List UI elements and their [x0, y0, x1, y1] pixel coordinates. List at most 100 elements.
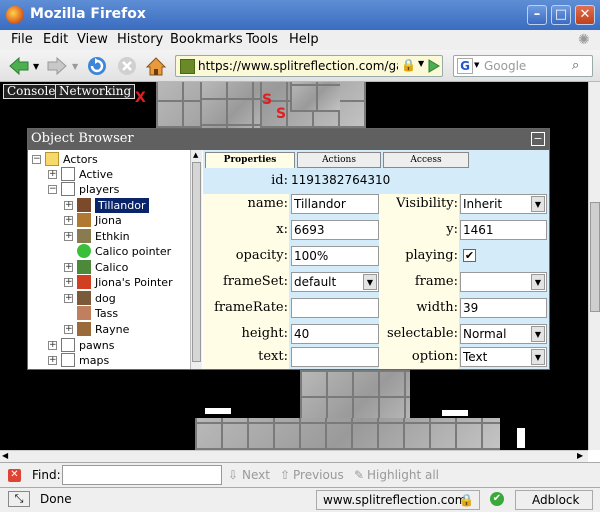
tree-node-label: Rayne [95, 323, 130, 336]
engine-dropdown-icon[interactable]: ▼ [474, 61, 479, 69]
expand-toggle-icon[interactable]: + [64, 201, 73, 210]
folder-icon [45, 152, 59, 166]
name-input[interactable]: Tillandor [291, 194, 379, 214]
dropdown-arrow-icon[interactable]: ▼ [531, 196, 545, 212]
frame-select[interactable]: ▼ [460, 272, 547, 292]
horizontal-scrollbar[interactable]: ◀ ▶ [0, 450, 588, 462]
tab-networking[interactable]: Networking [55, 84, 136, 99]
back-icon[interactable] [8, 55, 30, 77]
expand-toggle-icon[interactable]: + [64, 232, 73, 241]
dropdown-arrow-icon[interactable]: ▼ [531, 349, 545, 365]
highlight-icon[interactable]: ✎ [354, 468, 364, 482]
option-value: Text [463, 350, 488, 364]
scroll-up-icon[interactable]: ▲ [193, 151, 198, 159]
expand-toggle-icon[interactable]: + [64, 263, 73, 272]
tree-node-label: Ethkin [95, 230, 130, 243]
expand-toggle-icon[interactable]: + [48, 356, 57, 365]
menu-file[interactable]: File [11, 32, 33, 47]
object-browser-title[interactable]: Object Browser − [28, 129, 549, 150]
expand-toggle-icon[interactable]: + [64, 278, 73, 287]
go-icon[interactable] [425, 55, 443, 77]
find-bar: ✕ Find: ⇩ Next ⇧ Previous ✎ Highlight al… [0, 462, 600, 487]
vertical-scrollbar[interactable] [588, 82, 600, 450]
height-input[interactable]: 40 [291, 324, 379, 344]
home-icon[interactable] [145, 55, 167, 77]
map-wall-marker [205, 408, 231, 414]
menu-help[interactable]: Help [289, 32, 319, 47]
find-next-button[interactable]: Next [242, 468, 270, 482]
site-favicon-icon [180, 59, 195, 74]
expand-toggle-icon[interactable]: + [64, 325, 73, 334]
y-input[interactable]: 1461 [460, 220, 547, 240]
scroll-left-icon[interactable]: ◀ [2, 451, 8, 460]
x-input[interactable]: 6693 [291, 220, 379, 240]
vertical-scroll-thumb[interactable] [590, 202, 600, 312]
tree-node-label: Active [79, 168, 114, 181]
framerate-input[interactable] [291, 298, 379, 318]
search-box[interactable]: G ▼ Google ⌕ [453, 55, 593, 77]
find-next-icon[interactable]: ⇩ [228, 468, 238, 482]
scroll-right-icon[interactable]: ▶ [577, 451, 583, 460]
expand-toggle-icon[interactable]: + [48, 341, 57, 350]
menu-tools[interactable]: Tools [246, 32, 278, 47]
menu-view[interactable]: View [77, 32, 108, 47]
find-previous-button[interactable]: Previous [293, 468, 344, 482]
properties-pane: Properties Actions Access id: 1191382764… [203, 150, 549, 369]
playing-checkbox[interactable]: ✔ [463, 249, 476, 262]
expand-toggle-icon[interactable]: + [64, 294, 73, 303]
character-sprite-icon [77, 213, 91, 227]
collapse-button[interactable]: − [531, 132, 545, 146]
url-bar[interactable]: https://www.splitreflection.com/ga 🔒 ▼ [175, 55, 443, 77]
dropdown-arrow-icon[interactable]: ▼ [531, 326, 545, 342]
url-dropdown-icon[interactable]: ▼ [418, 59, 424, 68]
opacity-input[interactable]: 100% [291, 246, 379, 266]
firefox-logo-icon [6, 6, 24, 24]
id-value: 1191382764310 [291, 173, 391, 187]
reload-icon[interactable] [86, 55, 108, 77]
back-dropdown-icon[interactable]: ▼ [33, 62, 39, 71]
status-host: www.splitreflection.com 🔒 [316, 490, 480, 510]
expand-toggle-icon[interactable]: + [64, 216, 73, 225]
forward-dropdown-icon[interactable]: ▼ [72, 62, 78, 71]
text-input[interactable] [291, 347, 379, 367]
map-wall-marker [442, 410, 468, 416]
dropdown-arrow-icon[interactable]: ▼ [363, 274, 377, 290]
menu-bookmarks[interactable]: Bookmarks [170, 32, 243, 47]
frameset-select[interactable]: default ▼ [291, 272, 379, 292]
dropdown-arrow-icon[interactable]: ▼ [531, 274, 545, 290]
pointer-sprite-icon [77, 275, 91, 289]
highlight-all-button[interactable]: Highlight all [367, 468, 439, 482]
name-label: name: [247, 196, 288, 211]
visibility-value: Inherit [463, 197, 503, 211]
search-icon[interactable]: ⌕ [572, 58, 579, 73]
stop-icon[interactable] [116, 55, 138, 77]
menu-history[interactable]: History [117, 32, 163, 47]
close-find-icon[interactable]: ✕ [8, 469, 21, 482]
tab-console[interactable]: Console [3, 84, 60, 99]
tab-access[interactable]: Access [383, 152, 469, 168]
option-select[interactable]: Text ▼ [460, 347, 547, 367]
forward-icon[interactable] [46, 55, 68, 77]
visibility-select[interactable]: Inherit ▼ [460, 194, 547, 214]
google-engine-icon[interactable]: G [457, 58, 473, 74]
tab-actions[interactable]: Actions [297, 152, 381, 168]
collapse-toggle-icon[interactable]: − [32, 155, 41, 164]
expand-toggle-icon[interactable]: + [48, 170, 57, 179]
minimize-button[interactable]: – [527, 5, 547, 25]
maximize-button[interactable]: □ [551, 5, 571, 25]
status-tool-icon[interactable]: ⤡ [8, 491, 30, 507]
menu-edit[interactable]: Edit [43, 32, 68, 47]
selectable-value: Normal [463, 327, 507, 341]
adblock-button[interactable]: Adblock [515, 490, 593, 510]
tab-properties[interactable]: Properties [205, 152, 295, 168]
width-input[interactable]: 39 [460, 298, 547, 318]
id-label: id: [271, 173, 288, 188]
tree-scroll-thumb[interactable] [192, 162, 201, 362]
collapse-toggle-icon[interactable]: − [48, 185, 57, 194]
tree-scrollbar[interactable]: ▲ [190, 150, 202, 369]
close-button[interactable]: ✕ [575, 5, 595, 25]
find-previous-icon[interactable]: ⇧ [280, 468, 290, 482]
selectable-select[interactable]: Normal ▼ [460, 324, 547, 344]
find-input[interactable] [62, 465, 222, 485]
throbber-icon: ✺ [578, 32, 590, 48]
